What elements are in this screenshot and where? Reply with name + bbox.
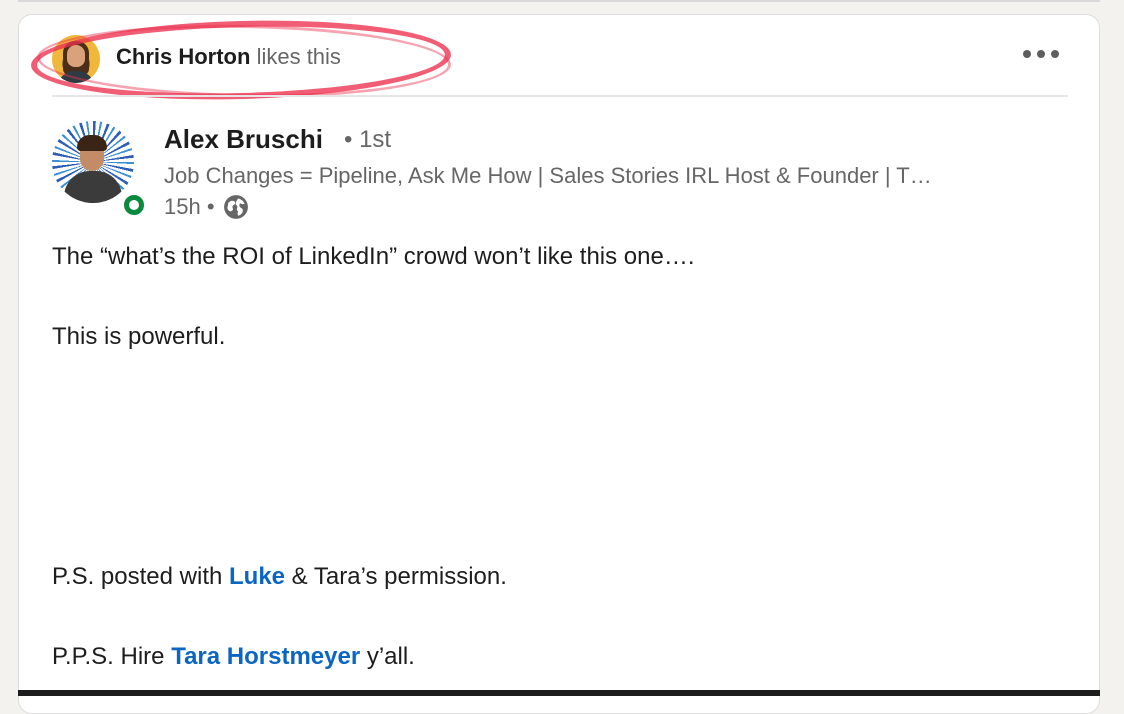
card-bottom-edge	[18, 690, 1100, 696]
post-text-line: P.P.S. Hire Tara Horstmeyer y’all.	[52, 642, 415, 672]
previous-card-edge	[18, 0, 1100, 2]
connection-degree: • 1st	[344, 126, 392, 153]
post-time: 15h •	[164, 194, 215, 219]
more-horizontal-icon-dot	[1051, 50, 1059, 58]
header-divider	[52, 95, 1068, 97]
more-horizontal-icon-dot	[1037, 50, 1045, 58]
post-text-line: P.S. posted with Luke & Tara’s permissio…	[52, 562, 507, 592]
social-activity-header: Chris Horton likes this	[19, 15, 1099, 105]
post-meta: 15h •	[164, 193, 249, 221]
more-options-button[interactable]	[1015, 39, 1067, 69]
post-text-segment: & Tara’s permission.	[285, 563, 507, 590]
feed-post-card: Chris Horton likes this Alex Bruschi • 1…	[18, 14, 1100, 714]
author-name[interactable]: Alex Bruschi	[164, 123, 323, 155]
post-text-segment: P.P.S. Hire	[52, 643, 172, 670]
mention-tara-horstmeyer[interactable]: Tara Horstmeyer	[171, 643, 360, 670]
avatar-body	[64, 171, 122, 203]
post-text-segment: P.S. posted with	[52, 563, 229, 590]
post-text-segment: y’all.	[360, 643, 415, 670]
author-avatar[interactable]	[52, 121, 134, 203]
mention-luke[interactable]: Luke	[229, 563, 285, 590]
feed-background-top	[0, 0, 1124, 14]
globe-icon	[223, 195, 248, 219]
post-text-line: This is powerful.	[52, 323, 226, 350]
post-text-line: The “what’s the ROI of LinkedIn” crowd w…	[52, 243, 695, 270]
more-horizontal-icon	[1023, 50, 1031, 58]
author-headline[interactable]: Job Changes = Pipeline, Ask Me How | Sal…	[164, 162, 1034, 190]
avatar-hair	[77, 135, 107, 151]
online-status-icon	[121, 192, 147, 218]
